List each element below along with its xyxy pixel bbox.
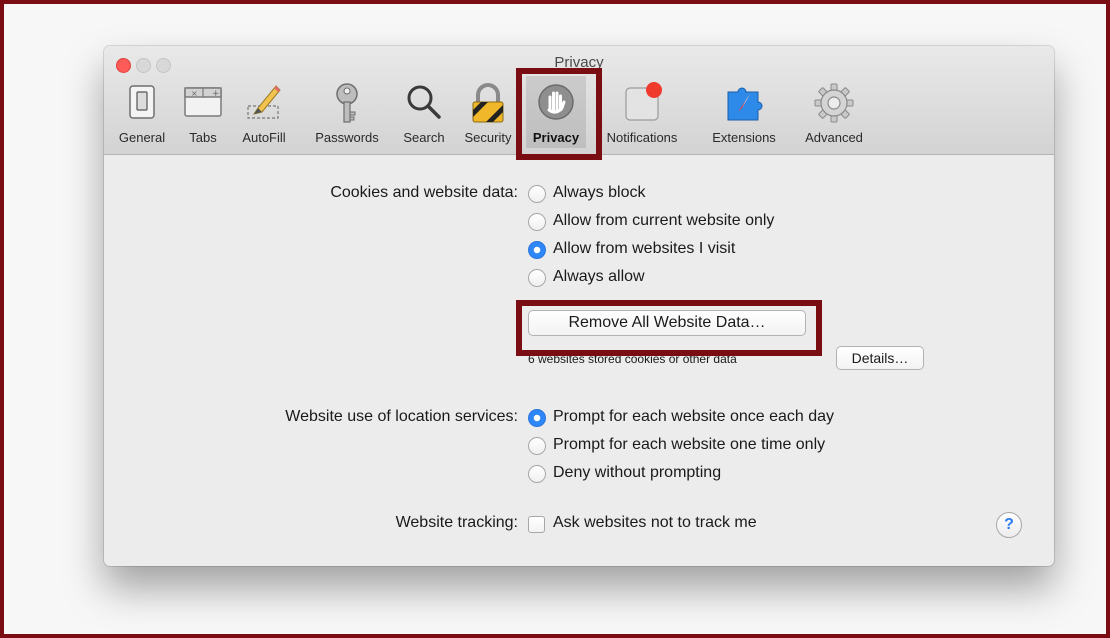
radio-deny-without-prompting[interactable]: [528, 465, 546, 483]
key-icon: [329, 82, 365, 131]
cookies-label: Cookies and website data:: [330, 184, 518, 201]
tab-advanced[interactable]: Advanced: [796, 76, 872, 148]
tab-label: Advanced: [805, 130, 863, 145]
privacy-pane: Cookies and website data: Always block A…: [104, 155, 1054, 566]
tab-label: Security: [464, 130, 512, 145]
stored-cookies-count: 6 websites stored cookies or other data: [528, 352, 737, 366]
tab-label: Notifications: [606, 130, 678, 145]
pencil-icon: [244, 82, 284, 127]
notification-badge-icon: [620, 82, 664, 129]
puzzle-compass-icon: [722, 82, 766, 129]
tab-general[interactable]: General: [108, 76, 176, 148]
tab-label: Passwords: [315, 130, 379, 145]
tabs-icon: × +: [183, 82, 223, 127]
tab-label: Tabs: [189, 130, 217, 145]
option-label: Prompt for each website once each day: [553, 408, 835, 425]
tab-autofill[interactable]: AutoFill: [232, 76, 296, 148]
tab-privacy[interactable]: Privacy: [526, 76, 586, 148]
tab-passwords[interactable]: Passwords: [304, 76, 390, 148]
option-label: Prompt for each website one time only: [553, 436, 826, 453]
tab-security[interactable]: Security: [457, 76, 519, 148]
website-tracking-label: Website tracking:: [395, 514, 518, 531]
magnifier-icon: [404, 82, 444, 127]
tab-label: Extensions: [712, 130, 776, 145]
lock-icon: [468, 82, 508, 129]
help-button[interactable]: ?: [996, 512, 1022, 538]
radio-prompt-once-each-day[interactable]: [528, 409, 546, 427]
tab-notifications[interactable]: Notifications: [592, 76, 692, 148]
tab-tabs[interactable]: × + Tabs: [178, 76, 228, 148]
hand-icon: [536, 82, 576, 127]
tab-label: Search: [403, 130, 445, 145]
option-label: Always allow: [553, 268, 645, 285]
radio-allow-websites-visited[interactable]: [528, 241, 546, 259]
preferences-toolbar: Privacy General × + Tabs AutoFill Passwo…: [104, 46, 1054, 155]
remove-all-website-data-button[interactable]: Remove All Website Data…: [528, 310, 806, 336]
tab-label: General: [118, 130, 166, 145]
location-services-label: Website use of location services:: [285, 408, 518, 425]
tab-extensions[interactable]: Extensions: [698, 76, 790, 148]
tab-label: Privacy: [532, 130, 580, 145]
checkbox-label: Ask websites not to track me: [553, 514, 757, 531]
window-title: Privacy: [554, 54, 604, 71]
switch-icon: [127, 82, 157, 127]
tab-label: AutoFill: [242, 130, 286, 145]
gear-icon: [813, 82, 855, 129]
do-not-track-checkbox[interactable]: [528, 516, 545, 533]
svg-text:×: ×: [191, 89, 198, 98]
details-button[interactable]: Details…: [836, 346, 924, 370]
option-label: Deny without prompting: [553, 464, 722, 481]
option-label: Always block: [553, 184, 646, 201]
preferences-window: Privacy General × + Tabs AutoFill Passwo…: [104, 46, 1054, 566]
radio-always-block[interactable]: [528, 185, 546, 203]
tab-search[interactable]: Search: [394, 76, 454, 148]
svg-text:+: +: [212, 89, 220, 99]
radio-always-allow[interactable]: [528, 269, 546, 287]
option-label: Allow from websites I visit: [553, 240, 736, 257]
option-label: Allow from current website only: [553, 212, 775, 229]
radio-prompt-one-time-only[interactable]: [528, 437, 546, 455]
radio-allow-current-website[interactable]: [528, 213, 546, 231]
